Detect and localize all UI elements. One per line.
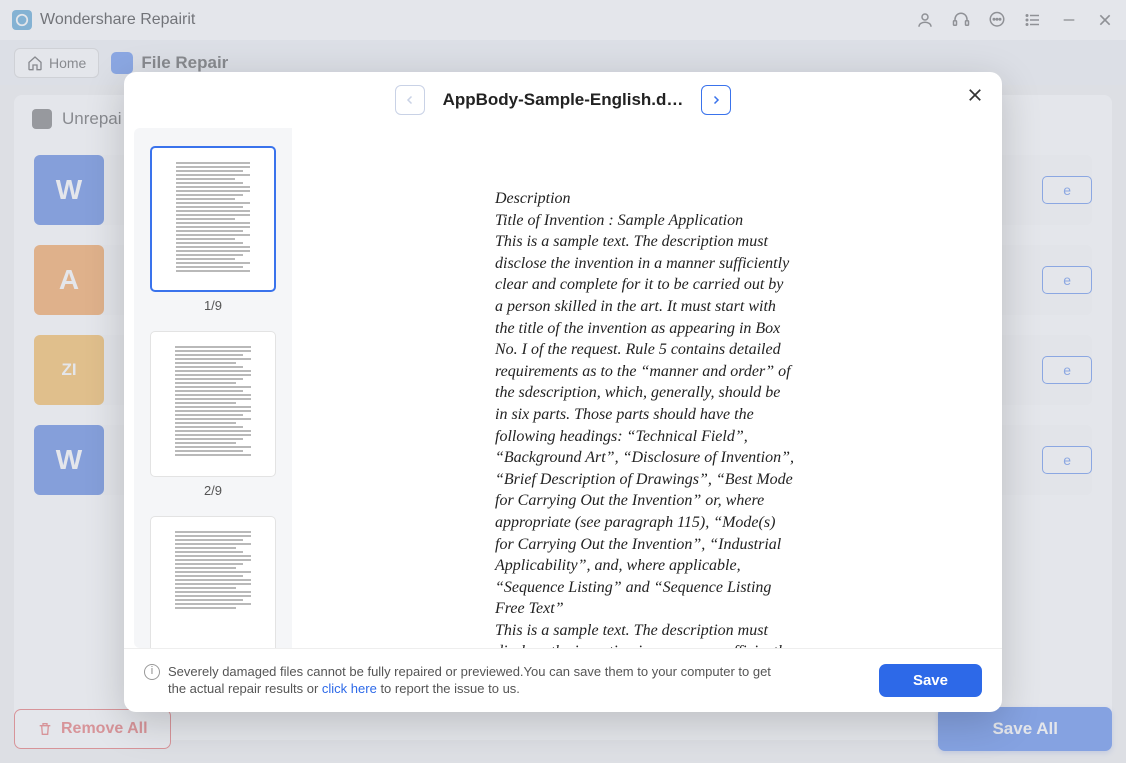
modal-close-button[interactable]	[962, 82, 988, 114]
document-text: Description Title of Invention : Sample …	[495, 188, 795, 648]
warning-text: Severely damaged files cannot be fully r…	[168, 663, 784, 698]
modal-body: 1/9 2/9 Description Title of Invention :…	[124, 128, 1002, 648]
page-thumbnail[interactable]	[150, 146, 276, 292]
report-link[interactable]: click here	[322, 681, 377, 696]
modal-save-button[interactable]: Save	[879, 664, 982, 697]
chevron-left-icon	[404, 94, 416, 106]
modal-footer: i Severely damaged files cannot be fully…	[124, 648, 1002, 712]
modal-backdrop: AppBody-Sample-English.d… 1/9 2/9 Descri…	[0, 0, 1126, 763]
document-preview[interactable]: Description Title of Invention : Sample …	[292, 128, 998, 648]
warning-post: to report the issue to us.	[377, 681, 520, 696]
page-thumbnail[interactable]	[150, 516, 276, 648]
footer-warning: i Severely damaged files cannot be fully…	[144, 663, 784, 698]
modal-header: AppBody-Sample-English.d…	[124, 72, 1002, 128]
next-file-button[interactable]	[701, 85, 731, 115]
preview-modal: AppBody-Sample-English.d… 1/9 2/9 Descri…	[124, 72, 1002, 712]
thumbnail-column[interactable]: 1/9 2/9	[134, 128, 292, 648]
thumbnail-label: 1/9	[144, 298, 282, 313]
chevron-right-icon	[710, 94, 722, 106]
doc-line: Title of Invention : Sample Application	[495, 210, 795, 232]
modal-filename: AppBody-Sample-English.d…	[443, 90, 684, 110]
prev-file-button[interactable]	[395, 85, 425, 115]
info-icon: i	[144, 664, 160, 680]
doc-line: This is a sample text. The description m…	[495, 231, 795, 620]
doc-line: This is a sample text. The description m…	[495, 620, 795, 648]
doc-line: Description	[495, 188, 795, 210]
close-icon	[966, 86, 984, 104]
page-thumbnail[interactable]	[150, 331, 276, 477]
thumbnail-label: 2/9	[144, 483, 282, 498]
